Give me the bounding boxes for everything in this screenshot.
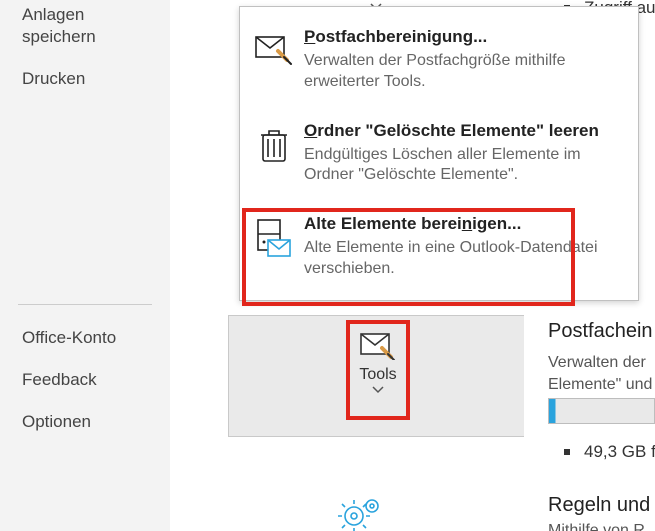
bullet-icon	[564, 449, 570, 455]
menu-item-desc: Alte Elemente in eine Outlook-Datendatei…	[304, 238, 618, 280]
tools-dropdown-menu: Postfachbereinigung... Verwalten der Pos…	[239, 6, 639, 301]
menu-item-title: Ordner "Gelöschte Elemente" leeren	[304, 121, 618, 145]
sidebar-item-print[interactable]: Drucken	[0, 58, 170, 100]
sidebar-item-office-account[interactable]: Office-Konto	[0, 313, 170, 359]
mail-sweep-icon	[354, 330, 402, 360]
sidebar-item-options[interactable]: Optionen	[0, 401, 170, 443]
sidebar-item-save-attachments[interactable]: Anlagen speichern	[0, 0, 170, 58]
menu-item-title: Postfachbereinigung...	[304, 27, 618, 51]
tools-button[interactable]: Tools	[354, 330, 402, 394]
quota-value: 49,3 GB f	[584, 442, 655, 462]
mail-sweep-icon	[254, 27, 294, 65]
menu-item-empty-deleted[interactable]: Ordner "Gelöschte Elemente" leeren Endgü…	[240, 107, 638, 201]
trash-icon	[254, 121, 294, 165]
section-heading-postfach: Postfachein	[548, 320, 653, 343]
section-heading-regeln: Regeln und	[548, 494, 650, 517]
archive-mail-icon	[254, 214, 294, 260]
tools-label: Tools	[354, 366, 402, 384]
section-sub-regeln: Mithilfe von R	[548, 522, 645, 531]
gear-icon[interactable]	[338, 498, 384, 531]
sidebar-item-feedback[interactable]: Feedback	[0, 359, 170, 401]
menu-item-mailbox-cleanup[interactable]: Postfachbereinigung... Verwalten der Pos…	[240, 13, 638, 107]
chevron-down-icon	[354, 386, 402, 394]
menu-item-title: Alte Elemente bereinigen...	[304, 214, 618, 238]
section-sub-postfach: Verwalten der Elemente" und	[548, 352, 652, 395]
menu-item-archive-old[interactable]: Alte Elemente bereinigen... Alte Element…	[240, 200, 638, 294]
sidebar: Anlagen speichern Drucken Office-Konto F…	[0, 0, 170, 531]
menu-item-desc: Endgültiges Löschen aller Elemente im Or…	[304, 145, 618, 187]
menu-item-desc: Verwalten der Postfachgröße mithilfe erw…	[304, 51, 618, 93]
quota-bar	[548, 398, 655, 424]
sidebar-divider	[18, 304, 152, 305]
